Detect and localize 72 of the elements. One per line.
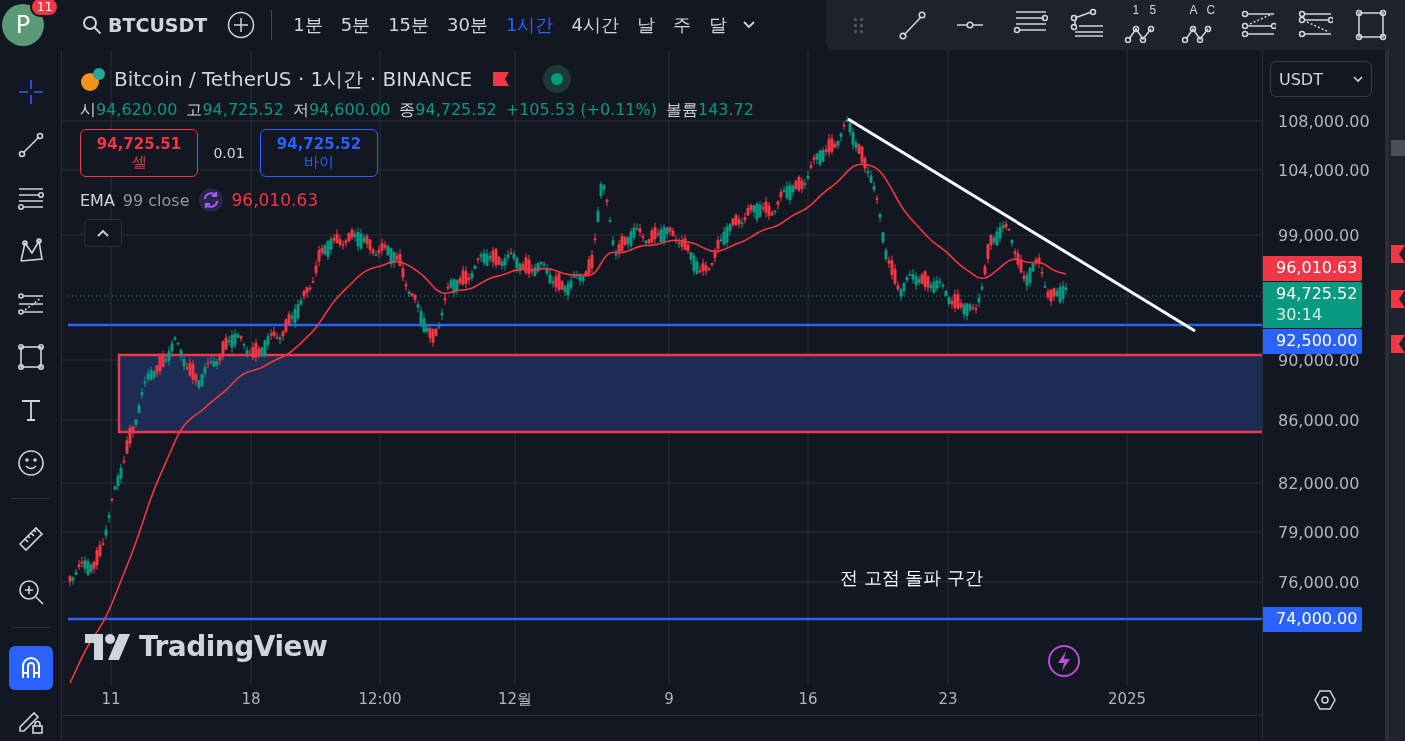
refresh-icon[interactable]	[197, 187, 224, 213]
ruler-icon	[16, 525, 45, 553]
time-axis-label: 23	[938, 690, 958, 708]
buy-button[interactable]: 94,725.52 바이	[260, 129, 378, 177]
price-axis-label: 82,000.00	[1278, 473, 1360, 493]
time-axis-label: 9	[664, 690, 674, 708]
indicator-params: 99 close	[122, 190, 190, 210]
chevron-down-icon[interactable]	[741, 20, 756, 30]
interval-tab[interactable]: 30분	[438, 13, 497, 37]
interval-tab[interactable]: 1분	[284, 13, 332, 37]
interval-tab[interactable]: 15분	[379, 13, 439, 37]
chevron-down-icon	[1353, 75, 1363, 83]
time-axis-label: 2025	[1107, 690, 1147, 708]
currency-dropdown[interactable]: USDT	[1270, 61, 1372, 97]
price-axis-label: 99,000.00	[1278, 225, 1360, 245]
pattern-tool[interactable]: A C	[1180, 7, 1221, 43]
ohlc-value: 종94,725.52	[399, 100, 497, 121]
price-axis-label: 79,000.00	[1278, 522, 1360, 542]
price-axis-label: 86,000.00	[1278, 410, 1360, 430]
rectangle-icon	[16, 343, 45, 371]
time-axis-label: 18	[241, 690, 261, 708]
order-quantity[interactable]: 0.01	[208, 145, 250, 161]
price-change: +105.53 (+0.11%)	[505, 100, 657, 121]
horizontal-line[interactable]	[68, 617, 1262, 621]
price-axis-label: 108,000.00	[1278, 111, 1370, 131]
time-axis-label: 11	[101, 690, 121, 708]
interval-tab[interactable]: 주	[663, 13, 700, 37]
trend-line[interactable]	[847, 117, 1196, 333]
time-axis-label: 16	[798, 690, 818, 708]
interval-tab[interactable]: 5분	[331, 13, 380, 37]
forecast-icon	[16, 290, 45, 318]
collapse-button[interactable]	[84, 219, 122, 247]
chevron-up-icon	[96, 228, 110, 238]
price-axis-label: 104,000.00	[1278, 160, 1370, 180]
price-marker: 92,500.00	[1263, 329, 1362, 354]
magnet-tool[interactable]	[8, 646, 53, 690]
interval-tab[interactable]: 달	[699, 13, 736, 37]
horizontal-line[interactable]	[68, 323, 1262, 327]
status-dot-icon	[542, 64, 573, 94]
lightning-icon[interactable]	[1047, 644, 1081, 678]
indicator-value: 96,010.63	[231, 190, 319, 210]
interval-tab[interactable]: 4시간	[562, 13, 628, 37]
interval-tab[interactable]: 1시간	[496, 13, 563, 37]
notification-badge: 11	[30, 0, 60, 17]
price-marker: 96,010.63	[1263, 256, 1362, 281]
volume-value: 볼륨143.72	[665, 100, 754, 121]
pattern-tool[interactable]: 1 5	[1123, 7, 1164, 43]
zoom-icon	[16, 578, 45, 606]
search-icon	[82, 15, 102, 35]
sell-button[interactable]: 94,725.51 셀	[80, 129, 198, 177]
chart-title: Bitcoin / TetherUS · 1시간 · BINANCE	[114, 65, 473, 93]
settings-icon[interactable]	[1313, 688, 1337, 712]
chart-annotation[interactable]: 전 고점 돌파 구간	[840, 566, 984, 590]
price-marker: 94,725.52 30:14	[1263, 282, 1362, 328]
time-axis-label: 12:00	[358, 690, 402, 708]
logo-text: TradingView	[139, 630, 328, 663]
symbol-search[interactable]: BTCUSDT	[82, 14, 208, 36]
price-axis-label: 76,000.00	[1278, 572, 1360, 592]
add-symbol-icon[interactable]	[227, 11, 256, 39]
crosshair-icon	[16, 78, 45, 106]
logo-icon	[85, 633, 131, 660]
price-marker: 74,000.00	[1263, 607, 1362, 632]
drag-handle-icon	[854, 17, 863, 33]
time-axis-label: 12월	[497, 690, 533, 709]
support-zone[interactable]	[117, 353, 1262, 434]
line-icon	[16, 131, 45, 159]
ohlc-value: 저94,600.00	[292, 100, 391, 121]
emoji-icon	[16, 449, 45, 477]
ohlc-value: 고94,725.52	[186, 100, 284, 121]
interval-tab[interactable]: 날	[627, 13, 664, 37]
ohlc-value: 시94,620.00	[80, 100, 178, 121]
indicator-name[interactable]: EMA	[80, 190, 115, 210]
